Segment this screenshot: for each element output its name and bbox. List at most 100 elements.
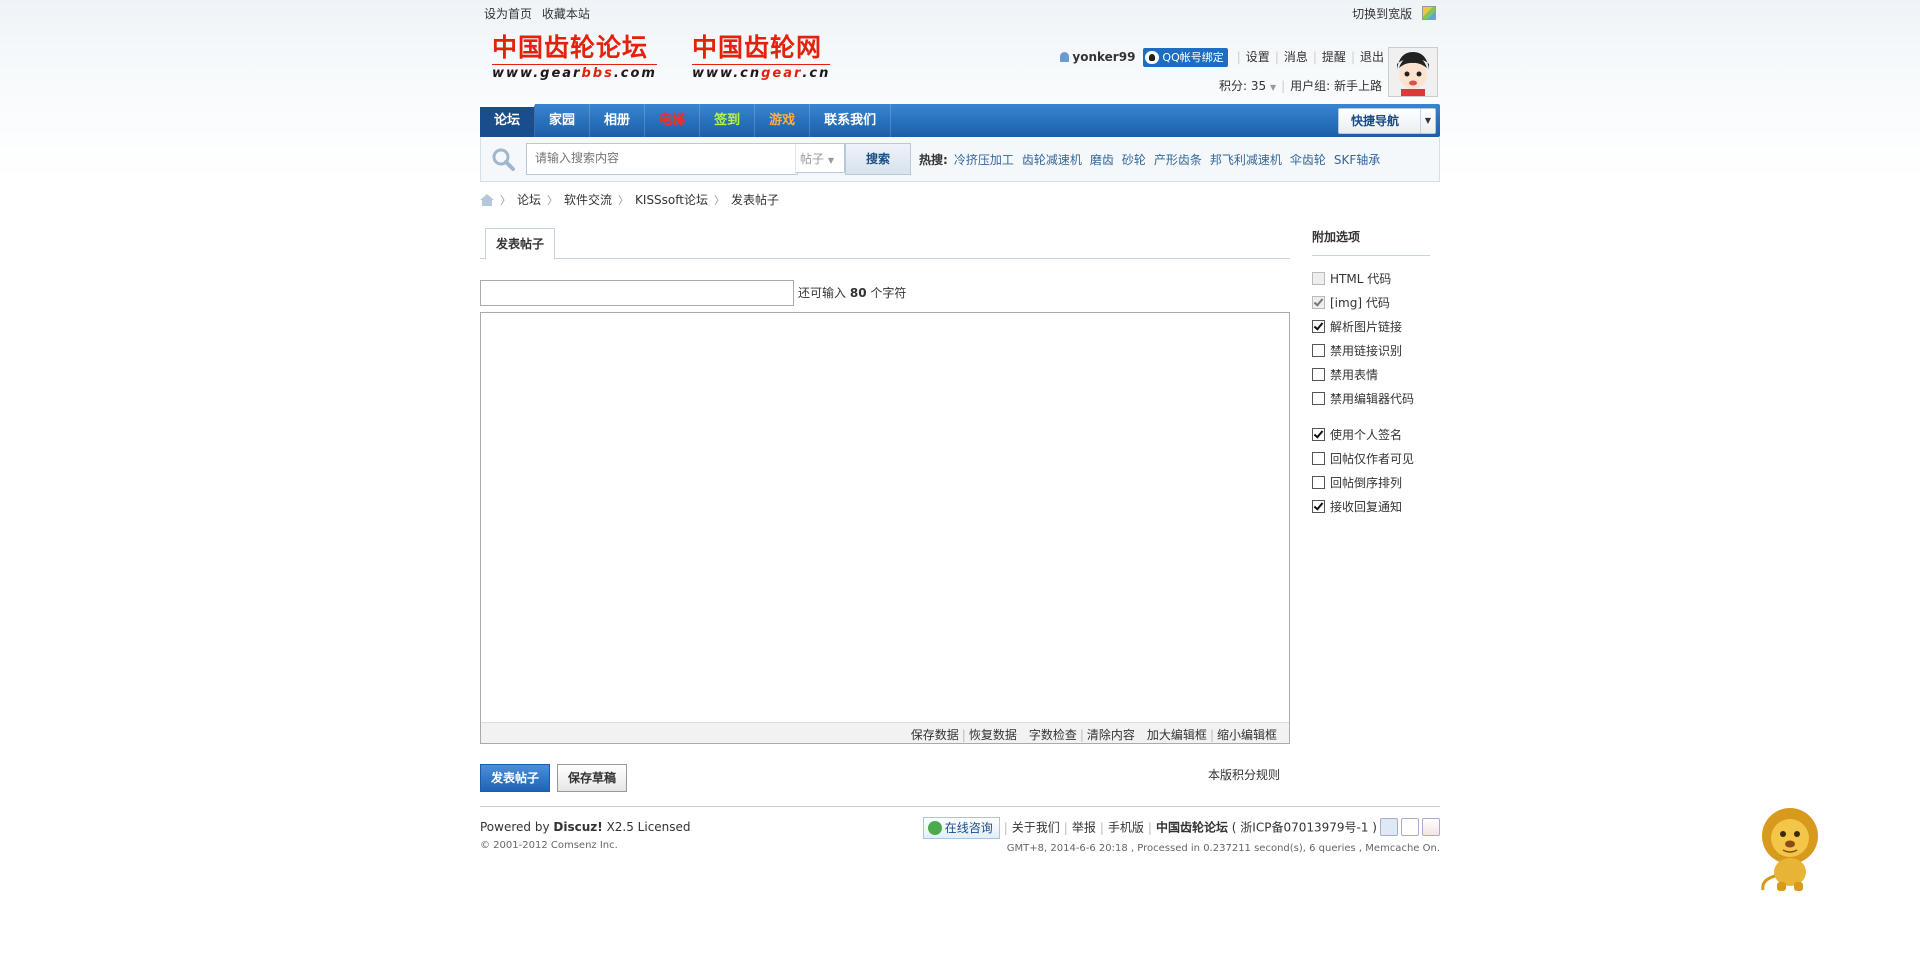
nav-item-forum[interactable]: 论坛 [480,104,536,137]
chevron-down-icon: ▼ [827,156,834,165]
cnzz-stats-icon[interactable] [1422,817,1440,836]
powered-by: Powered by Discuz! X2.5 Licensed [480,820,691,834]
home-icon[interactable] [480,194,494,206]
online-consult-button[interactable]: 在线咨询 [922,817,1000,839]
hot-search-term[interactable]: 产形齿条 [1154,153,1202,167]
icp-link[interactable]: ( 浙ICP备07013979号-1 ) [1232,821,1377,835]
footer-links: 在线咨询 | 关于我们 | 举报 | 手机版 | 中国齿轮论坛 ( 浙ICP备07013979号… [922,817,1440,839]
site-logo-url: www.cngear.cn [692,64,831,81]
char-remaining: 还可输入 80 个字符 [798,286,907,300]
avatar-image [1389,48,1437,96]
option-reply-notify[interactable]: 接收回复通知 [1312,498,1402,515]
search-type-select[interactable]: 帖子 ▼ [795,143,845,173]
checkbox[interactable] [1312,392,1325,405]
tab-divider [480,258,1290,259]
option-use-signature[interactable]: 使用个人签名 [1312,426,1402,443]
forum-logo-title: 中国齿轮论坛 [492,33,649,62]
forum-logo[interactable]: 中国齿轮论坛 www.gearbbs.com [492,34,657,81]
lion-mascot-icon[interactable] [1755,806,1825,892]
option-reply-author-only[interactable]: 回帖仅作者可见 [1312,450,1414,467]
settings-link[interactable]: 设置 [1246,50,1270,64]
checkbox[interactable] [1312,296,1325,309]
logout-link[interactable]: 退出 [1360,50,1384,64]
about-link[interactable]: 关于我们 [1012,821,1060,835]
qq-bind-button[interactable]: QQ帐号绑定 [1143,48,1228,67]
verify-badge-icon[interactable] [1401,817,1419,836]
post-editor[interactable]: 保存数据 | 恢复数据 字数检查 | 清除内容 加大编辑框 | 缩小编辑框 [480,312,1290,744]
shrink-editor-link[interactable]: 缩小编辑框 [1217,728,1277,742]
nav-item-album[interactable]: 相册 [590,104,646,137]
nav-item-contact[interactable]: 联系我们 [810,104,892,137]
chevron-down-icon: ▼ [1269,83,1277,92]
user-icon [1060,52,1070,62]
save-data-link[interactable]: 保存数据 [911,728,959,742]
subject-input[interactable] [480,280,794,306]
nav-item-elevator[interactable]: 电梯 [645,104,701,137]
clear-content-link[interactable]: 清除内容 [1087,728,1135,742]
qq-penguin-icon [1145,51,1160,64]
option-disable-link-detect[interactable]: 禁用链接识别 [1312,342,1402,359]
hot-search-term[interactable]: 邦飞利减速机 [1210,153,1282,167]
username-link[interactable]: yonker99 [1072,50,1135,64]
site-logo[interactable]: 中国齿轮网 www.cngear.cn [692,34,831,81]
option-disable-smilies[interactable]: 禁用表情 [1312,366,1378,383]
restore-data-link[interactable]: 恢复数据 [969,728,1017,742]
search-box [526,143,798,175]
bookmark-link[interactable]: 收藏本站 [542,7,590,21]
option-html-code[interactable]: HTML 代码 [1312,270,1391,287]
user-stats: 积分: 35 ▼ | 用户组: 新手上路 [1218,79,1382,93]
word-count-link[interactable]: 字数检查 [1029,728,1077,742]
enlarge-editor-link[interactable]: 加大编辑框 [1147,728,1207,742]
search-button[interactable]: 搜索 [845,143,911,175]
nav-item-signin[interactable]: 签到 [700,104,756,137]
tab-new-post[interactable]: 发表帖子 [485,228,556,260]
checkbox[interactable] [1312,320,1325,333]
report-link[interactable]: 举报 [1072,821,1096,835]
reminders-link[interactable]: 提醒 [1322,50,1346,64]
chevron-down-icon: ▼ [1420,109,1435,133]
mobile-link[interactable]: 手机版 [1108,821,1144,835]
discuz-link[interactable]: Discuz! [553,820,602,834]
user-menu: yonker99 QQ帐号绑定 | 设置 | 消息 | 提醒 | 退出 [1060,48,1384,67]
checkbox[interactable] [1312,344,1325,357]
hot-search-term[interactable]: 伞齿轮 [1290,153,1326,167]
search-input[interactable] [527,144,793,172]
option-parse-image-links[interactable]: 解析图片链接 [1312,318,1402,335]
switch-wide-link[interactable]: 切换到宽版 [1352,7,1412,21]
hot-search-term[interactable]: SKF轴承 [1334,153,1380,167]
hot-search-term[interactable]: 磨齿 [1090,153,1114,167]
breadcrumb-item[interactable]: 论坛 [517,193,541,207]
checkbox[interactable] [1312,428,1325,441]
quick-nav-button[interactable]: 快捷导航 ▼ [1338,108,1436,134]
hot-search-term[interactable]: 齿轮减速机 [1022,153,1082,167]
user-group-link[interactable]: 用户组: 新手上路 [1290,79,1382,93]
hot-search-label: 热搜: [919,153,948,167]
top-bar: 设为首页 收藏本站 切换到宽版 [480,0,1440,26]
forum-logo-url: www.gearbbs.com [492,64,657,81]
security-badge-icon[interactable] [1380,817,1398,836]
breadcrumb-item[interactable]: KISSsoft论坛 [635,193,708,207]
post-button[interactable]: 发表帖子 [480,764,550,792]
checkbox[interactable] [1312,476,1325,489]
credit-rules-link[interactable]: 本版积分规则 [1208,766,1280,783]
switch-wide-icon[interactable] [1422,6,1436,20]
checkbox[interactable] [1312,368,1325,381]
hot-search-term[interactable]: 冷挤压加工 [954,153,1014,167]
option-reverse-order[interactable]: 回帖倒序排列 [1312,474,1402,491]
option-img-code[interactable]: [img] 代码 [1312,294,1390,311]
nav-item-games[interactable]: 游戏 [755,104,811,137]
hot-search-term[interactable]: 砂轮 [1122,153,1146,167]
messages-link[interactable]: 消息 [1284,50,1308,64]
option-disable-editor-code[interactable]: 禁用编辑器代码 [1312,390,1414,407]
avatar[interactable] [1388,47,1438,97]
nav-item-home[interactable]: 家园 [535,104,591,137]
hot-search: 热搜: 冷挤压加工 齿轮减速机 磨齿 砂轮 产形齿条 邦飞利减速机 伞齿轮 SKF轴承 [919,151,1388,168]
save-draft-button[interactable]: 保存草稿 [557,764,627,792]
set-home-link[interactable]: 设为首页 [484,7,532,21]
checkbox[interactable] [1312,500,1325,513]
checkbox[interactable] [1312,452,1325,465]
breadcrumb-item[interactable]: 软件交流 [564,193,612,207]
points-link[interactable]: 积分: 35 ▼ [1219,79,1276,93]
checkbox[interactable] [1312,272,1325,285]
footer-divider [480,806,1440,807]
